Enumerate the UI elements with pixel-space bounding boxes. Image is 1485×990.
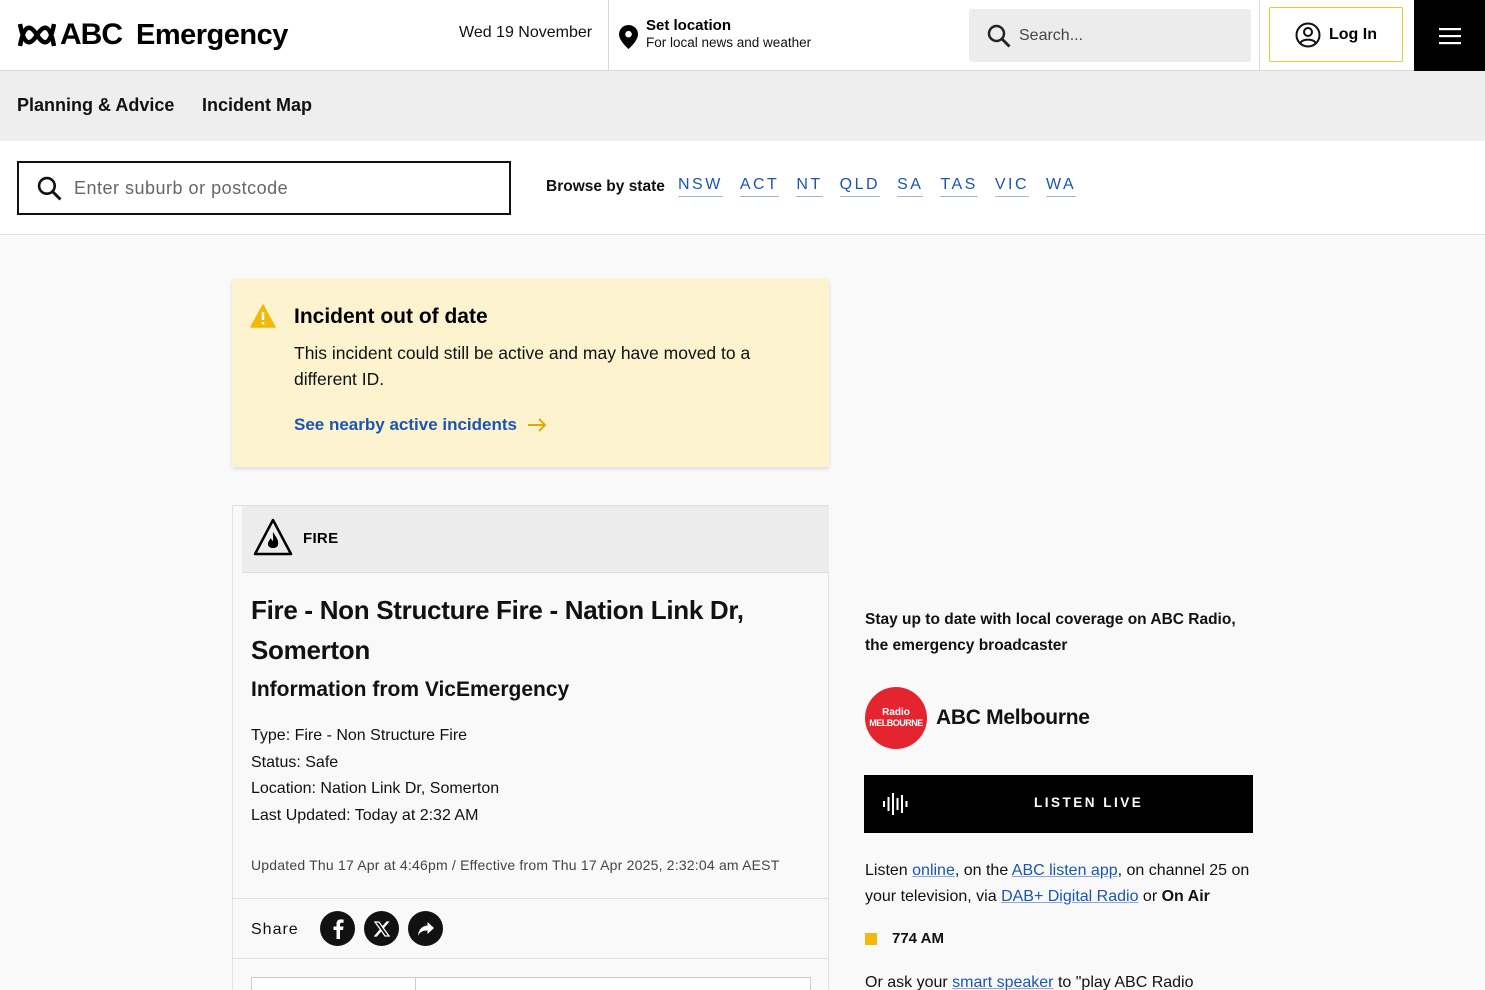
- smart-speaker-text: Or ask your smart speaker to "play ABC R…: [865, 970, 1260, 990]
- station-frequency: 774 AM: [865, 930, 944, 947]
- search-placeholder: Search...: [1019, 26, 1084, 44]
- facebook-icon: [333, 918, 344, 939]
- main-menu-button[interactable]: [1414, 0, 1485, 71]
- incident-updated-timestamp: Updated Thu 17 Apr at 4:46pm / Effective…: [251, 857, 780, 873]
- location-pin-icon: [619, 25, 638, 49]
- state-link-sa[interactable]: SA: [897, 176, 924, 197]
- alert-text: This incident could still be active and …: [294, 343, 751, 389]
- listen-online-link[interactable]: online: [912, 862, 955, 879]
- header-divider: [1259, 0, 1260, 71]
- share-icon: [417, 921, 434, 936]
- ask-your-text: Or ask your: [865, 974, 953, 990]
- smart-speaker-link[interactable]: smart speaker: [952, 974, 1053, 990]
- share-x-button[interactable]: [364, 911, 399, 946]
- user-account-icon: [1295, 22, 1321, 47]
- current-date: Wed 19 November: [459, 24, 593, 41]
- share-label: Share: [251, 921, 299, 938]
- abc-radio-melbourne-logo: Radio MELBOURNE: [865, 687, 927, 749]
- incident-out-of-date-alert: Incident out of date This incident could…: [232, 279, 829, 467]
- listen-live-label: LISTEN LIVE: [1034, 795, 1144, 810]
- logo-line-radio: Radio: [882, 707, 910, 718]
- station-name: ABC Melbourne: [936, 706, 1090, 729]
- emergency-subnav: Planning & Advice Incident Map: [0, 71, 1485, 141]
- alert-title: Incident out of date: [294, 305, 488, 328]
- radio-intro-text: Stay up to date with local coverage on A…: [865, 611, 1236, 654]
- state-link-nt[interactable]: NT: [796, 176, 823, 197]
- state-link-wa[interactable]: WA: [1046, 176, 1077, 197]
- incident-status: Status: Safe: [251, 753, 339, 771]
- incident-source: Information from VicEmergency: [251, 678, 570, 701]
- suburb-postcode-input[interactable]: [74, 177, 474, 199]
- listen-text: Listen: [865, 862, 913, 879]
- audio-wave-icon: [883, 793, 908, 815]
- state-link-nsw[interactable]: NSW: [678, 176, 723, 197]
- incident-title: Fire - Non Structure Fire - Nation Link …: [251, 595, 744, 665]
- x-icon: [373, 920, 390, 937]
- nav-incident-map[interactable]: Incident Map: [202, 95, 312, 116]
- incident-category-label: FIRE: [303, 530, 339, 547]
- see-nearby-incidents-label: See nearby active incidents: [294, 415, 517, 434]
- abc-emergency-logo[interactable]: ABC Emergency: [18, 17, 288, 53]
- on-air-text: On Air: [1161, 888, 1210, 905]
- browse-by-state-label: Browse by state: [546, 178, 665, 195]
- state-link-vic[interactable]: VIC: [994, 176, 1030, 197]
- share-more-button[interactable]: [408, 911, 443, 946]
- hamburger-menu-icon: [1438, 27, 1461, 44]
- site-search-input[interactable]: Search...: [969, 9, 1251, 62]
- listen-live-button[interactable]: LISTEN LIVE: [864, 775, 1253, 833]
- share-row: Share: [233, 898, 828, 959]
- incident-extra-panel: [251, 977, 811, 990]
- search-icon: [37, 176, 62, 200]
- frequency-label: 774 AM: [892, 930, 944, 947]
- set-location-button[interactable]: Set location For local news and weather: [619, 17, 811, 51]
- state-link-qld[interactable]: QLD: [839, 176, 881, 197]
- frequency-marker-icon: [865, 932, 877, 945]
- station-info: Radio MELBOURNE ABC Melbourne: [865, 687, 1090, 749]
- log-in-button[interactable]: Log In: [1269, 7, 1403, 62]
- top-header: ABC Emergency Wed 19 November Set locati…: [0, 0, 1485, 71]
- dab-digital-radio-link[interactable]: DAB+ Digital Radio: [1001, 888, 1138, 905]
- incident-last-updated: Last Updated: Today at 2:32 AM: [251, 806, 479, 824]
- fire-icon: [253, 518, 293, 556]
- incident-location: Location: Nation Link Dr, Somerton: [251, 780, 500, 797]
- share-facebook-button[interactable]: [320, 911, 355, 946]
- header-divider: [608, 0, 609, 71]
- abc-lissajous-icon: [18, 23, 56, 47]
- logo-abc-text: ABC: [60, 18, 123, 51]
- location-title: Set location: [646, 17, 732, 34]
- nav-planning-advice[interactable]: Planning & Advice: [17, 95, 174, 116]
- incident-type: Type: Fire - Non Structure Fire: [251, 727, 468, 744]
- state-link-act[interactable]: ACT: [739, 176, 780, 197]
- location-subtitle: For local news and weather: [646, 35, 812, 50]
- warning-triangle-icon: [250, 304, 276, 328]
- incident-card: FIRE Fire - Non Structure Fire - Nation …: [232, 505, 829, 990]
- incident-details: Type: Fire - Non Structure Fire Status: …: [251, 723, 499, 829]
- arrow-right-icon: [528, 418, 547, 432]
- logo-line-melbourne: MELBOURNE: [869, 718, 923, 728]
- see-nearby-incidents-link[interactable]: See nearby active incidents: [294, 415, 547, 435]
- or-text: or: [1138, 888, 1162, 905]
- state-link-tas[interactable]: TAS: [940, 176, 978, 197]
- log-in-label: Log In: [1329, 25, 1377, 43]
- location-search-row: Browse by state NSW ACT NT QLD SA TAS VI…: [0, 141, 1485, 235]
- suburb-search-field[interactable]: [17, 161, 511, 215]
- panel-divider: [415, 978, 416, 990]
- search-icon: [987, 24, 1011, 47]
- state-links: NSW ACT NT QLD SA TAS VIC WA: [678, 176, 1093, 197]
- logo-section-title: Emergency: [136, 19, 288, 51]
- incident-category-header: FIRE: [242, 506, 829, 573]
- play-abc-radio-text: to "play ABC Radio: [1053, 974, 1194, 990]
- abc-listen-app-link[interactable]: ABC listen app: [1012, 862, 1118, 879]
- on-the-text: , on the: [954, 862, 1012, 879]
- listen-options-text: Listen online, on the ABC listen app, on…: [865, 858, 1260, 910]
